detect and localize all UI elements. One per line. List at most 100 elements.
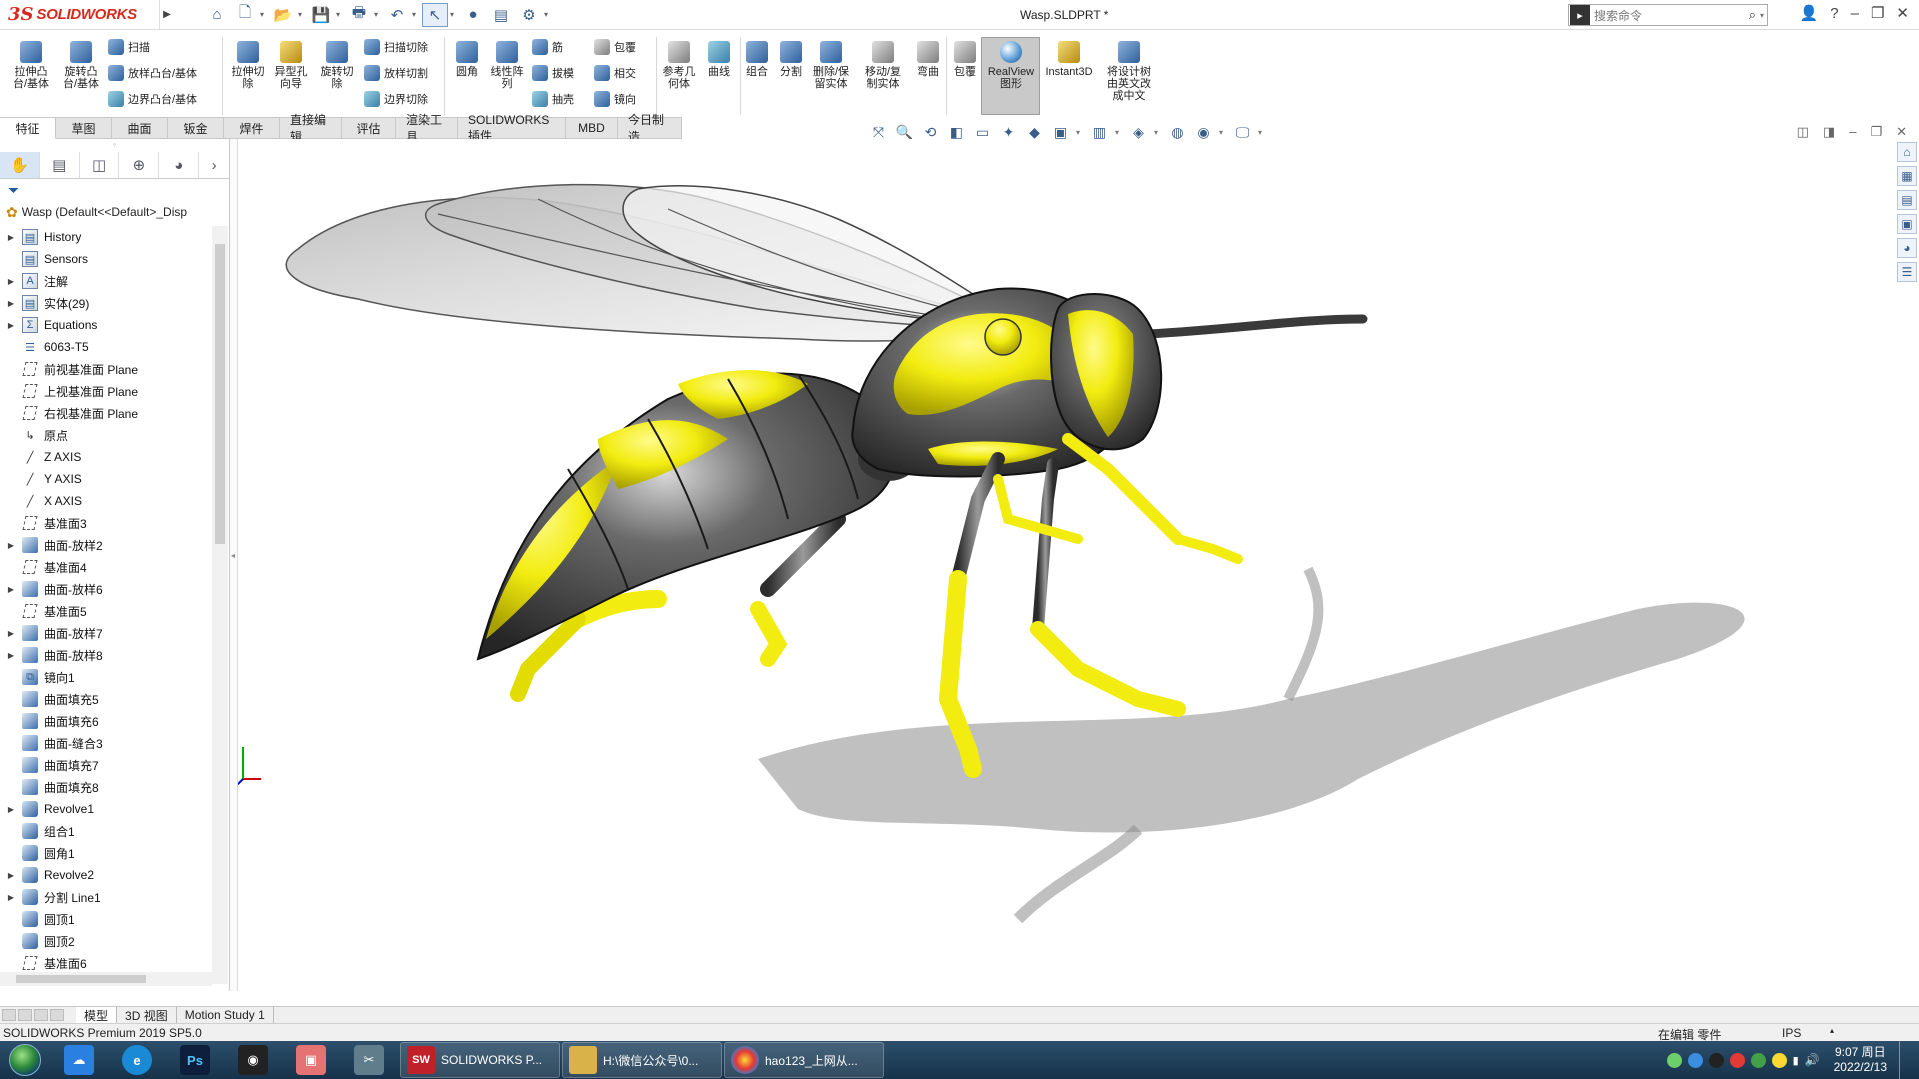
viewport-minimize-icon[interactable]: – bbox=[1849, 124, 1856, 140]
tree-item[interactable]: ▶ A 注解 bbox=[0, 270, 212, 292]
filter-icon[interactable]: ⏷ bbox=[0, 179, 229, 201]
viewport-tile-right-icon[interactable]: ◨ bbox=[1823, 124, 1835, 140]
taskbar-app-obs[interactable]: ◉ bbox=[224, 1041, 282, 1079]
expand-arrow-icon[interactable]: ▶ bbox=[0, 541, 22, 550]
chevron-down-icon[interactable]: ▾ bbox=[544, 10, 552, 19]
new-document-icon[interactable]: 🗋 bbox=[232, 3, 258, 27]
tree-item[interactable]: 基准面3 bbox=[0, 512, 212, 534]
chevron-down-icon[interactable]: ▾ bbox=[412, 10, 420, 19]
taskbar-app-tool[interactable]: ✂ bbox=[340, 1041, 398, 1079]
tree-item[interactable]: ╱ Z AXIS bbox=[0, 446, 212, 468]
tree-item[interactable]: 圆顶2 bbox=[0, 930, 212, 952]
tree-item[interactable]: ☰ 6063-T5 bbox=[0, 336, 212, 358]
extrude-boss-button[interactable]: 拉伸凸 台/基体 bbox=[8, 41, 54, 90]
tree-item[interactable]: ▶ ▤ History bbox=[0, 226, 212, 248]
viewport-tile-left-icon[interactable]: ◫ bbox=[1797, 124, 1809, 140]
viewport-restore-icon[interactable]: ❐ bbox=[1870, 124, 1882, 140]
menu-arrow-icon[interactable]: ▶ bbox=[160, 0, 174, 30]
tray-app-icon[interactable] bbox=[1771, 1052, 1787, 1068]
open-icon[interactable]: 📂 bbox=[270, 3, 296, 27]
tree-item[interactable]: 曲面-缝合3 bbox=[0, 732, 212, 754]
tab-direct-editing[interactable]: 直接编辑 bbox=[280, 113, 342, 144]
tree-item[interactable]: ╱ X AXIS bbox=[0, 490, 212, 512]
instant3d-button[interactable]: Instant3D bbox=[1042, 41, 1096, 78]
panel-grip[interactable]: ◦ bbox=[0, 139, 229, 152]
feature-manager-tab-icon[interactable]: ✋ bbox=[0, 152, 40, 178]
print-icon[interactable]: 🖶 bbox=[346, 3, 372, 27]
tree-item[interactable]: ▶ 分割 Line1 bbox=[0, 886, 212, 908]
expand-arrow-icon[interactable]: ▶ bbox=[0, 629, 22, 638]
first-tab-icon[interactable] bbox=[2, 1009, 16, 1021]
dimxpert-manager-tab-icon[interactable]: ⊕ bbox=[119, 152, 160, 178]
custom-properties-icon[interactable]: ☰ bbox=[1897, 262, 1917, 282]
last-tab-icon[interactable] bbox=[50, 1009, 64, 1021]
rib-button[interactable]: 筋 bbox=[532, 36, 563, 58]
tab-sheet-metal[interactable]: 钣金 bbox=[168, 117, 224, 139]
property-manager-tab-icon[interactable]: ▤ bbox=[40, 152, 80, 178]
tree-item[interactable]: 前视基准面 Plane bbox=[0, 358, 212, 380]
realview-button[interactable]: RealView 图形 bbox=[984, 41, 1038, 90]
tray-app-icon[interactable] bbox=[1687, 1052, 1703, 1068]
tree-item[interactable]: ▶ Σ Equations bbox=[0, 314, 212, 336]
save-icon[interactable]: 💾 bbox=[308, 3, 334, 27]
tree-item[interactable]: ⧉ 镜向1 bbox=[0, 666, 212, 688]
loft-button[interactable]: 放样凸台/基体 bbox=[108, 62, 197, 84]
swept-cut-button[interactable]: 扫描切除 bbox=[364, 36, 428, 58]
tab-model[interactable]: 模型 bbox=[76, 1007, 118, 1023]
file-explorer-icon[interactable]: ▤ bbox=[1897, 190, 1917, 210]
chevron-down-icon[interactable]: ▾ bbox=[1076, 128, 1084, 137]
options-gear-icon[interactable]: ⚙ bbox=[516, 3, 542, 27]
tree-item[interactable]: 圆顶1 bbox=[0, 908, 212, 930]
tab-motion-study[interactable]: Motion Study 1 bbox=[177, 1007, 274, 1023]
tree-item[interactable]: 曲面填充7 bbox=[0, 754, 212, 776]
taskbar-app-viewer[interactable]: ▣ bbox=[282, 1041, 340, 1079]
tree-root[interactable]: ✿ Wasp (Default<<Default>_Disp bbox=[0, 201, 229, 223]
extrude-cut-button[interactable]: 拉伸切除 bbox=[225, 41, 271, 90]
tree-item[interactable]: 基准面6 bbox=[0, 952, 212, 974]
tree-item[interactable]: ▶ Revolve2 bbox=[0, 864, 212, 886]
search-input[interactable]: 搜索命令 bbox=[1594, 7, 1642, 24]
expand-arrow-icon[interactable]: ▶ bbox=[0, 651, 22, 660]
tab-solidworks-addins[interactable]: SOLIDWORKS 插件 bbox=[458, 113, 566, 143]
sweep-button[interactable]: 扫描 bbox=[108, 36, 150, 58]
show-desktop-button[interactable] bbox=[1899, 1041, 1911, 1079]
view-palette-icon[interactable]: ▣ bbox=[1897, 214, 1917, 234]
tree-item[interactable]: 右视基准面 Plane bbox=[0, 402, 212, 424]
taskbar-task-solidworks[interactable]: SW SOLIDWORKS P... bbox=[400, 1042, 560, 1078]
tree-item[interactable]: 圆角1 bbox=[0, 842, 212, 864]
volume-icon[interactable]: 🔊 bbox=[1805, 1053, 1820, 1067]
tree-item[interactable]: ▶ 曲面-放样8 bbox=[0, 644, 212, 666]
tree-item[interactable]: ╱ Y AXIS bbox=[0, 468, 212, 490]
scrollbar-thumb[interactable] bbox=[16, 975, 146, 983]
chevron-down-icon[interactable]: ▾ bbox=[1760, 11, 1764, 20]
expand-arrow-icon[interactable]: ▶ bbox=[0, 277, 22, 286]
tree-item[interactable]: ↳ 原点 bbox=[0, 424, 212, 446]
chevron-down-icon[interactable]: ▾ bbox=[1115, 128, 1123, 137]
shell-button[interactable]: 抽壳 bbox=[532, 88, 574, 110]
chevron-down-icon[interactable]: ▾ bbox=[450, 10, 458, 19]
rebuild-traffic-light-icon[interactable]: ● bbox=[460, 3, 486, 27]
expand-arrow-icon[interactable]: ▶ bbox=[0, 321, 22, 330]
design-library-icon[interactable]: ▦ bbox=[1897, 166, 1917, 186]
file-properties-icon[interactable]: ▤ bbox=[488, 3, 514, 27]
start-button[interactable] bbox=[0, 1041, 50, 1079]
network-icon[interactable]: ▮ bbox=[1793, 1054, 1799, 1067]
taskbar-app-ie[interactable]: e bbox=[108, 1041, 166, 1079]
select-cursor-icon[interactable]: ↖ bbox=[422, 2, 448, 27]
taskbar-task-browser[interactable]: hao123_上网从... bbox=[724, 1042, 884, 1078]
tabs-more-icon[interactable]: › bbox=[199, 152, 229, 178]
tree-item[interactable]: 组合1 bbox=[0, 820, 212, 842]
help-icon[interactable]: ? bbox=[1830, 5, 1838, 22]
chevron-down-icon[interactable]: ▾ bbox=[260, 10, 268, 19]
solidworks-logo[interactable]: 3S SOLIDWORKS bbox=[0, 0, 160, 30]
user-icon[interactable]: 👤 bbox=[1800, 4, 1819, 22]
close-icon[interactable]: ✕ bbox=[1896, 4, 1909, 22]
configuration-manager-tab-icon[interactable]: ◫ bbox=[80, 152, 120, 178]
draft-button[interactable]: 拔模 bbox=[532, 62, 574, 84]
chevron-down-icon[interactable]: ▾ bbox=[1219, 128, 1227, 137]
expand-arrow-icon[interactable]: ▶ bbox=[0, 585, 22, 594]
chevron-down-icon[interactable]: ▾ bbox=[1154, 128, 1162, 137]
tree-item[interactable]: 基准面4 bbox=[0, 556, 212, 578]
appearances-icon[interactable]: ◕ bbox=[1897, 238, 1917, 258]
tree-item[interactable]: 曲面填充6 bbox=[0, 710, 212, 732]
